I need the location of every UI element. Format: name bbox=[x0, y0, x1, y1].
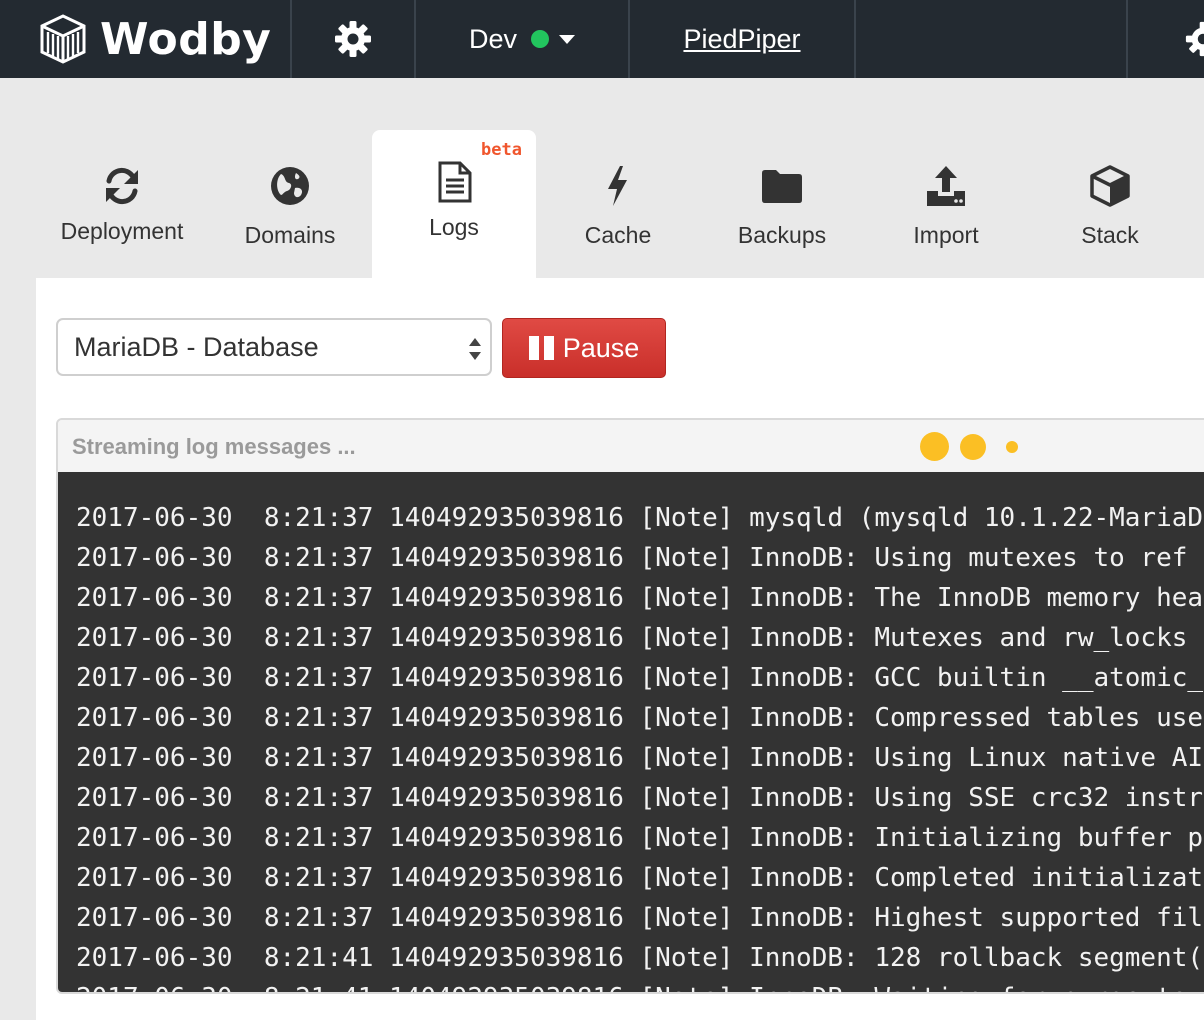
divider bbox=[854, 0, 856, 78]
tab-label: Import bbox=[913, 222, 979, 248]
environment-dropdown[interactable]: Dev bbox=[416, 0, 628, 78]
file-text-icon bbox=[438, 161, 472, 203]
log-line: 2017-06-30 8:21:37 140492935039816 [Note… bbox=[76, 503, 1204, 533]
container-logo-icon bbox=[40, 14, 86, 64]
divider bbox=[1126, 0, 1128, 78]
tab-import[interactable]: Import bbox=[864, 130, 1028, 278]
cube-icon bbox=[1090, 165, 1130, 207]
tab-domains[interactable]: Domains bbox=[208, 130, 372, 278]
log-line: 2017-06-30 8:21:37 140492935039816 [Note… bbox=[76, 623, 1204, 653]
tab-backups[interactable]: Backups bbox=[700, 130, 864, 278]
log-line: 2017-06-30 8:21:37 140492935039816 [Note… bbox=[76, 543, 1204, 573]
stream-status-text: Streaming log messages ... bbox=[72, 434, 356, 459]
top-navigation-bar: Wodby Dev PiedPiper bbox=[0, 0, 1204, 78]
tab-label: Domains bbox=[244, 222, 336, 248]
service-select-value: MariaDB - Database bbox=[74, 331, 319, 362]
logs-panel: MariaDB - Database Pause Streaming log m… bbox=[36, 278, 1204, 1020]
environment-label: Dev bbox=[468, 23, 517, 54]
log-line: 2017-06-30 8:21:37 140492935039816 [Note… bbox=[76, 703, 1204, 733]
app-tabs: Deployment Domains beta Logs Cache Backu… bbox=[36, 130, 1204, 278]
upload-icon bbox=[927, 166, 965, 206]
pause-icon bbox=[528, 336, 554, 360]
tab-label: Deployment bbox=[60, 218, 184, 244]
tab-stack[interactable]: Stack bbox=[1028, 130, 1192, 278]
gear-icon[interactable] bbox=[1184, 20, 1204, 58]
tab-label: Stack bbox=[1081, 222, 1139, 248]
environment-status-dot bbox=[531, 30, 549, 48]
log-line: 2017-06-30 8:21:37 140492935039816 [Note… bbox=[76, 903, 1204, 933]
pause-label: Pause bbox=[562, 332, 640, 363]
folder-icon bbox=[762, 170, 802, 203]
organization-link[interactable]: PiedPiper bbox=[630, 0, 854, 78]
refresh-icon bbox=[106, 167, 138, 205]
caret-down-icon bbox=[559, 34, 575, 44]
tab-deployment[interactable]: Deployment bbox=[36, 130, 208, 278]
bolt-icon bbox=[608, 166, 627, 206]
log-viewer-header: Streaming log messages ... bbox=[58, 420, 1204, 472]
tab-label: Cache bbox=[584, 222, 652, 248]
tab-label: Backups bbox=[737, 222, 827, 248]
log-line: 2017-06-30 8:21:37 140492935039816 [Note… bbox=[76, 583, 1204, 613]
logo-text: Wodby bbox=[100, 13, 272, 65]
log-line: 2017-06-30 8:21:37 140492935039816 [Note… bbox=[76, 663, 1204, 693]
log-viewer[interactable]: Streaming log messages ... 2017-06-30 8:… bbox=[56, 418, 1204, 994]
log-output: 2017-06-30 8:21:37 140492935039816 [Note… bbox=[58, 472, 1204, 992]
pause-button[interactable]: Pause bbox=[502, 318, 666, 378]
service-select[interactable]: MariaDB - Database bbox=[56, 318, 492, 376]
tab-label: Logs bbox=[429, 214, 479, 240]
tab-logs[interactable]: beta Logs bbox=[372, 130, 536, 278]
log-line: 2017-06-30 8:21:37 140492935039816 [Note… bbox=[76, 863, 1204, 893]
log-line: 2017-06-30 8:21:41 140492935039816 [Note… bbox=[76, 978, 1204, 992]
log-line: 2017-06-30 8:21:37 140492935039816 [Note… bbox=[76, 783, 1204, 813]
settings-button[interactable] bbox=[292, 0, 414, 78]
beta-badge: beta bbox=[481, 140, 522, 160]
log-line: 2017-06-30 8:21:41 140492935039816 [Note… bbox=[76, 943, 1204, 973]
log-line: 2017-06-30 8:21:37 140492935039816 [Note… bbox=[76, 743, 1204, 773]
log-line: 2017-06-30 8:21:37 140492935039816 [Note… bbox=[76, 823, 1204, 853]
wodby-logo[interactable]: Wodby bbox=[36, 12, 271, 66]
tab-cache[interactable]: Cache bbox=[536, 130, 700, 278]
gear-icon bbox=[335, 21, 371, 57]
globe-icon bbox=[271, 167, 309, 205]
select-arrows-icon bbox=[469, 338, 481, 360]
